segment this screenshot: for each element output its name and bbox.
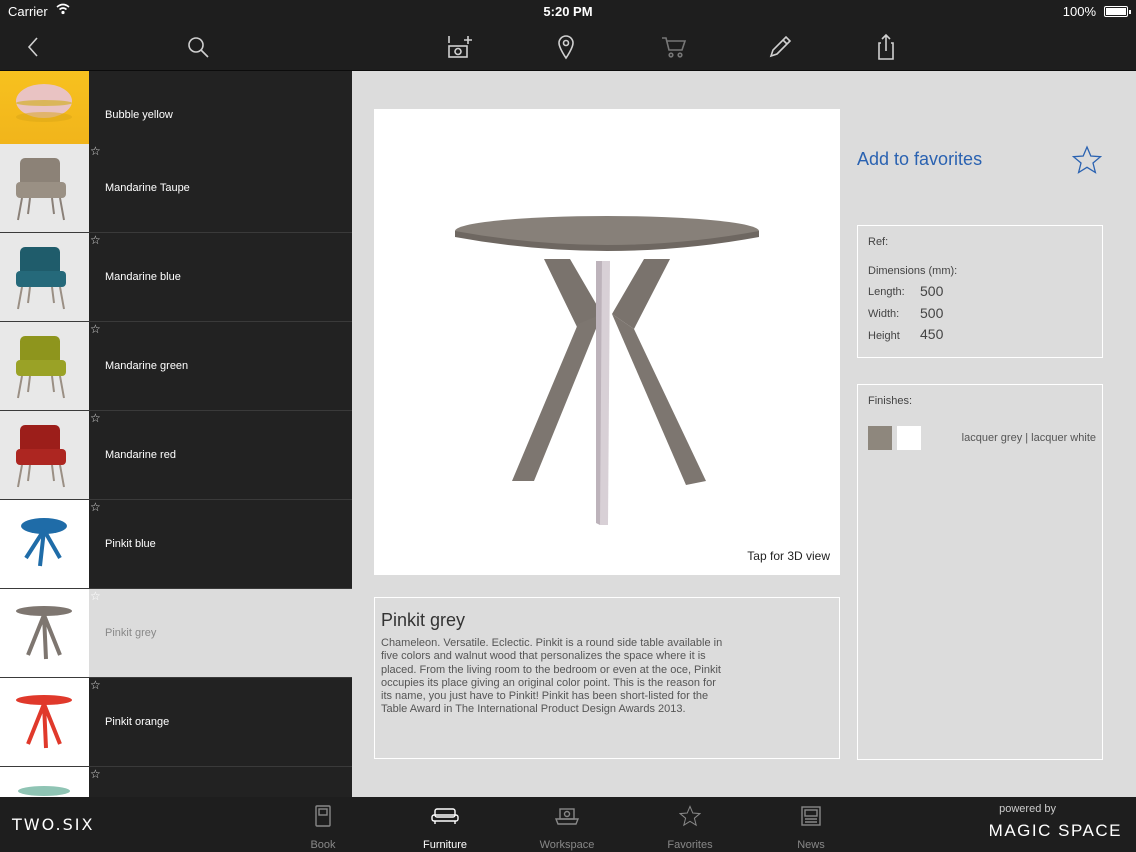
finish-swatch-grey[interactable] <box>868 426 892 450</box>
thumbnail-mandarine-green <box>0 322 89 410</box>
star-icon[interactable]: ☆ <box>90 768 101 780</box>
list-item-mandarine-green[interactable]: ☆ Mandarine green <box>0 322 352 411</box>
star-icon[interactable]: ☆ <box>90 145 101 157</box>
clock: 5:20 PM <box>543 4 593 19</box>
height-label: Height <box>868 330 900 342</box>
workspace-icon <box>522 803 612 829</box>
share-icon[interactable] <box>871 32 901 62</box>
star-icon[interactable]: ☆ <box>90 590 101 602</box>
item-label: Pinkit blue <box>105 538 156 550</box>
tab-book[interactable]: Book <box>278 803 368 851</box>
search-icon[interactable] <box>183 32 213 62</box>
dimensions-panel: Ref: Dimensions (mm): Length: 500 Width:… <box>857 225 1103 358</box>
item-label: Mandarine green <box>105 360 189 372</box>
star-icon[interactable]: ☆ <box>90 323 101 335</box>
length-label: Length: <box>868 286 905 298</box>
news-icon <box>766 803 856 829</box>
tab-label: Favorites <box>667 839 713 851</box>
star-icon[interactable] <box>1071 145 1103 180</box>
ref-label: Ref: <box>868 236 889 248</box>
thumbnail-pinkit-blue <box>0 500 89 588</box>
powered-by-label: powered by <box>999 803 1056 815</box>
tab-furniture[interactable]: Furniture <box>400 803 490 851</box>
star-icon[interactable]: ☆ <box>90 501 101 513</box>
finishes-text: lacquer grey | lacquer white <box>961 432 1096 444</box>
product-title: Pinkit grey <box>381 610 466 630</box>
two-six-logo: TWO.SIX <box>12 815 95 834</box>
list-item-pinkit-orange[interactable]: ☆ Pinkit orange <box>0 678 352 767</box>
thumbnail-pinkit-orange <box>0 678 89 766</box>
width-value: 500 <box>920 305 944 321</box>
tab-workspace[interactable]: Workspace <box>522 803 612 851</box>
thumbnail-pinkit-grey <box>0 589 89 677</box>
star-icon[interactable]: ☆ <box>90 234 101 246</box>
list-item-pinkit-blue[interactable]: ☆ Pinkit blue <box>0 500 352 589</box>
tab-label: Workspace <box>539 839 595 851</box>
cart-icon[interactable] <box>659 32 689 62</box>
width-label: Width: <box>868 308 900 320</box>
tab-label: Book <box>310 839 336 851</box>
back-icon[interactable] <box>18 32 48 62</box>
top-toolbar <box>0 22 1136 71</box>
thumbnail-mandarine-blue <box>0 233 89 321</box>
tab-label: News <box>797 839 825 851</box>
thumbnail-pinkit-mint <box>0 767 89 797</box>
item-label: Pinkit orange <box>105 716 170 728</box>
table-image <box>455 216 759 525</box>
product-detail: Tap for 3D view Pinkit grey Chameleon. V… <box>352 71 1136 797</box>
list-item-pinkit-grey[interactable]: ☆ Pinkit grey <box>0 589 352 678</box>
add-to-favorites-link[interactable]: Add to favorites <box>857 149 982 170</box>
dimensions-label: Dimensions (mm): <box>868 265 958 277</box>
finishes-label: Finishes: <box>868 395 913 407</box>
bottom-tab-bar: TWO.SIX Book Furniture Workspace Favorit… <box>0 797 1136 852</box>
height-value: 450 <box>920 326 944 342</box>
product-image[interactable]: Tap for 3D view <box>374 109 840 575</box>
item-label: Mandarine Taupe <box>105 182 190 194</box>
tab-label: Furniture <box>422 839 468 851</box>
battery-icon <box>1104 6 1131 17</box>
status-bar: Carrier 5:20 PM 100% <box>0 0 1136 22</box>
product-list[interactable]: Bubble yellow ☆ Mandarine Taupe ☆ Mandar… <box>0 71 352 797</box>
list-item-mandarine-taupe[interactable]: ☆ Mandarine Taupe <box>0 144 352 233</box>
battery-percentage: 100% <box>1062 4 1096 19</box>
tap-for-3d-label[interactable]: Tap for 3D view <box>747 549 830 563</box>
star-icon[interactable]: ☆ <box>90 412 101 424</box>
finishes-panel: Finishes: lacquer grey | lacquer white <box>857 384 1103 760</box>
description-panel: Pinkit grey Chameleon. Versatile. Eclect… <box>374 597 840 759</box>
length-value: 500 <box>920 283 944 299</box>
item-label: Mandarine red <box>105 449 176 461</box>
star-icon <box>645 803 735 829</box>
pencil-icon[interactable] <box>765 32 795 62</box>
add-photo-icon[interactable] <box>445 32 475 62</box>
magic-space-logo: MAGIC SPACE <box>988 821 1122 840</box>
finish-swatch-white[interactable] <box>897 426 921 450</box>
item-label: Mandarine blue <box>105 271 181 283</box>
star-icon[interactable]: ☆ <box>90 679 101 691</box>
sofa-icon <box>400 803 490 829</box>
item-label: Pinkit grey <box>105 627 157 639</box>
list-item-mandarine-blue[interactable]: ☆ Mandarine blue <box>0 233 352 322</box>
list-item-mandarine-red[interactable]: ☆ Mandarine red <box>0 411 352 500</box>
tab-news[interactable]: News <box>766 803 856 851</box>
tab-favorites[interactable]: Favorites <box>645 803 735 851</box>
book-icon <box>278 803 368 829</box>
product-description: Chameleon. Versatile. Eclectic. Pinkit i… <box>381 637 723 716</box>
thumbnail-mandarine-taupe <box>0 144 89 232</box>
list-item-partial[interactable]: ☆ <box>0 767 352 797</box>
thumbnail-mandarine-red <box>0 411 89 499</box>
location-pin-icon[interactable] <box>551 32 581 62</box>
